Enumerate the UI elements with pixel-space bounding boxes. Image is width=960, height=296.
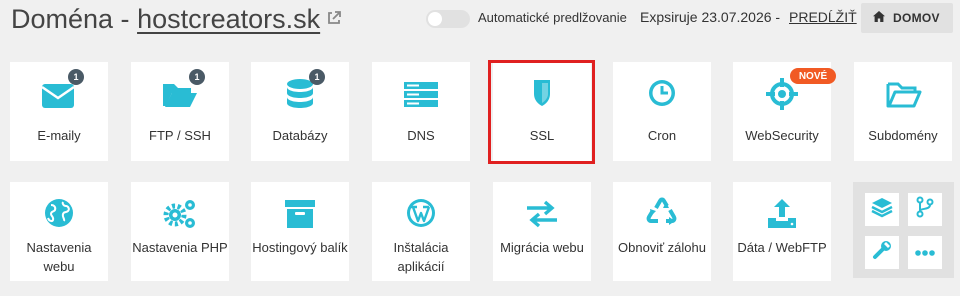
tile-websecurity[interactable]: NOVÉ WebSecurity: [733, 62, 836, 161]
domain-link[interactable]: hostcreators.sk: [137, 4, 320, 34]
tile-label: Subdomény: [868, 128, 938, 143]
tile-label: FTP / SSH: [149, 128, 211, 143]
tile-label: Migrácia webu: [500, 240, 584, 255]
tile-hosting-package[interactable]: Hostingový balík: [251, 182, 349, 281]
clock-icon: [642, 76, 682, 110]
tile-label: Dáta / WebFTP: [737, 240, 827, 255]
tile-restore-backup[interactable]: Obnoviť zálohu: [613, 182, 711, 281]
tile-migration[interactable]: Migrácia webu: [493, 182, 591, 281]
tile-ftp-ssh[interactable]: 1 FTP / SSH: [131, 62, 229, 161]
home-icon: [873, 11, 885, 25]
tile-label: Nastavenia webu: [26, 240, 92, 274]
home-button[interactable]: DOMOV: [861, 3, 953, 33]
badge: 1: [309, 69, 325, 85]
tile-subdomains[interactable]: Subdomény: [854, 62, 952, 161]
tile-dns[interactable]: DNS: [372, 62, 470, 161]
tile-label: Databázy: [272, 128, 328, 143]
tile-ssl[interactable]: SSL: [493, 62, 591, 161]
globe-icon: [39, 196, 79, 230]
renew-link[interactable]: PREDĹŽIŤ: [789, 9, 857, 25]
badge: 1: [189, 69, 205, 85]
toggle-knob: [428, 12, 442, 26]
tile-label: SSL: [529, 128, 555, 143]
auto-renew-toggle[interactable]: [426, 10, 470, 28]
tile-label: E-maily: [37, 128, 81, 143]
external-link-icon[interactable]: [326, 2, 342, 33]
folder-outline-icon: [883, 76, 923, 110]
title-prefix: Doména -: [11, 4, 138, 34]
tile-databases[interactable]: 1 Databázy: [251, 62, 349, 161]
more-dots-icon: [914, 244, 936, 262]
tile-label: Hostingový balík: [252, 240, 348, 255]
tool-more[interactable]: [908, 236, 942, 269]
archive-box-icon: [280, 196, 320, 230]
server-icon: [401, 76, 441, 110]
tile-web-settings[interactable]: Nastavenia webu: [10, 182, 108, 281]
tile-emails[interactable]: 1 E-maily: [10, 62, 108, 161]
tool-layers[interactable]: [865, 193, 899, 226]
home-label: DOMOV: [893, 11, 940, 25]
tile-label: Obnoviť zálohu: [618, 240, 706, 255]
auto-renew-label: Automatické predlžovanie: [478, 10, 627, 25]
tile-label: Nastavenia PHP: [132, 240, 228, 255]
tile-app-install[interactable]: Inštalácia aplikácií: [372, 182, 470, 281]
tile-label: DNS: [407, 128, 435, 143]
exchange-arrows-icon: [522, 196, 562, 230]
tile-label: Inštalácia aplikácií: [393, 240, 449, 274]
gears-icon: [160, 196, 200, 230]
expiry-text: Expsiruje 23.07.2026 -: [640, 9, 781, 25]
tool-git[interactable]: [908, 193, 942, 226]
tools-panel: [853, 182, 954, 278]
shield-icon: [522, 76, 562, 110]
badge: 1: [68, 69, 84, 85]
tile-cron[interactable]: Cron: [613, 62, 711, 161]
layers-icon: [870, 196, 894, 223]
wrench-icon: [871, 239, 893, 266]
tile-data-webftp[interactable]: Dáta / WebFTP: [733, 182, 831, 281]
tile-label: WebSecurity: [745, 128, 819, 143]
tool-wrench[interactable]: [865, 236, 899, 269]
page-header: Doména - hostcreators.sk Automatické pre…: [0, 0, 960, 46]
tile-label: Cron: [647, 128, 677, 143]
git-branch-icon: [915, 196, 935, 223]
tile-php-settings[interactable]: Nastavenia PHP: [131, 182, 229, 281]
upload-tray-icon: [762, 196, 802, 230]
new-badge: NOVÉ: [790, 68, 836, 84]
wordpress-icon: [401, 196, 441, 230]
recycle-icon: [642, 196, 682, 230]
page-title: Doména - hostcreators.sk: [11, 4, 342, 36]
